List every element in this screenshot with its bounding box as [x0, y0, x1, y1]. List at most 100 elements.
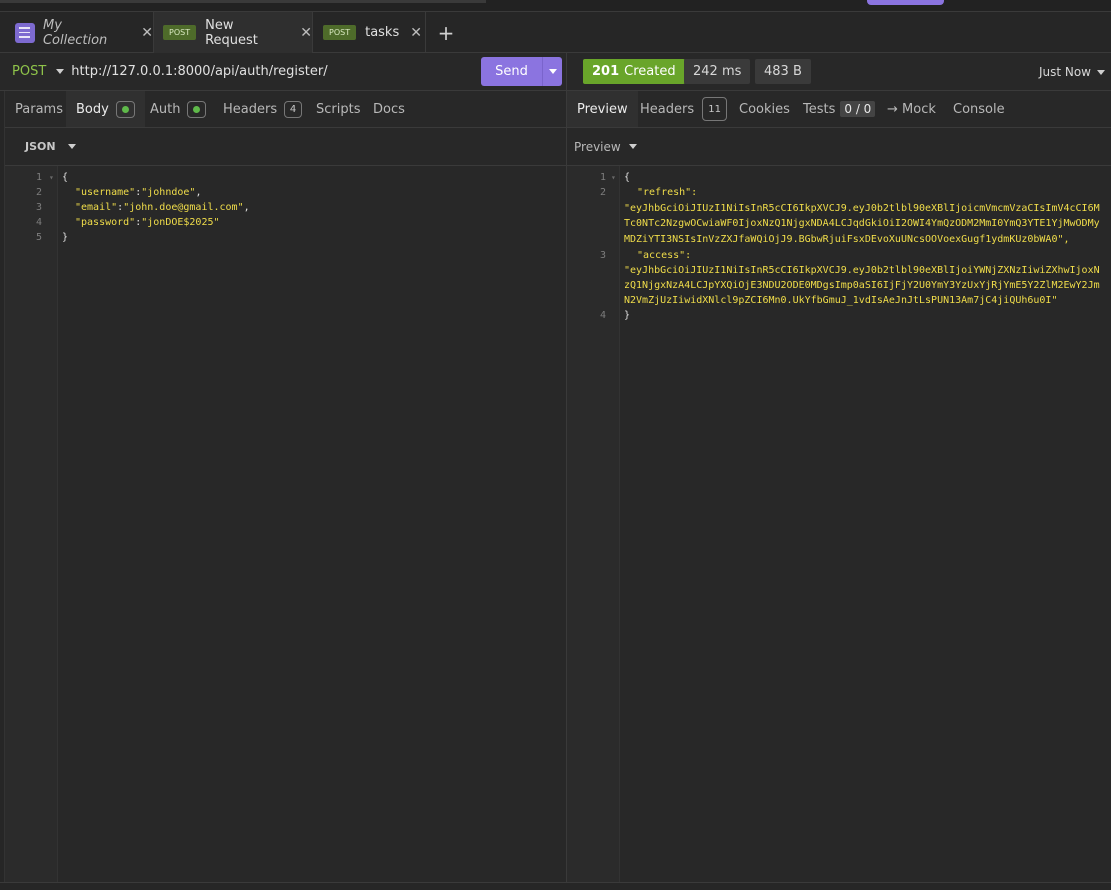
tab-label: Preview	[577, 101, 628, 117]
request-tabs: Params Body Auth Headers 4 Scripts Docs	[0, 91, 566, 128]
count-badge: 11	[702, 97, 728, 121]
tab-response-headers[interactable]: Headers 11	[640, 91, 728, 127]
preview-format-bar: Preview	[566, 128, 1111, 166]
chevron-down-icon[interactable]	[628, 144, 637, 149]
tab-label: Params	[15, 101, 63, 117]
tab-label: Docs	[373, 101, 405, 117]
url-bar: POST http://127.0.0.1:8000/api/auth/regi…	[0, 53, 566, 91]
close-icon[interactable]: ✕	[141, 25, 153, 41]
active-indicator-icon	[187, 100, 207, 118]
fold-icon[interactable]: ▾	[611, 173, 616, 182]
code-line: "access":	[637, 250, 692, 261]
tab-params[interactable]: Params	[15, 91, 63, 127]
line-number: 4	[35, 217, 42, 228]
add-tab-button[interactable]: +	[426, 12, 466, 53]
status-badge: 201 Created	[583, 59, 685, 84]
window-top-strip	[0, 0, 1111, 12]
refresh-token-line: MDZiYTI3NSIsInVzZXJfaWQiOjJ9.BGbwRjuiFsx…	[624, 234, 1070, 245]
line-number: 2	[35, 187, 42, 198]
top-strip-accent	[867, 0, 944, 5]
send-label[interactable]: Send	[481, 64, 542, 79]
line-number: 3	[35, 202, 42, 213]
menu-icon	[15, 22, 35, 43]
tab-preview[interactable]: Preview	[567, 91, 638, 127]
access-token-line: "eyJhbGciOiJIUzI1NiIsInR5cCI6IkpXVCJ9.ey…	[624, 265, 1100, 276]
history-dropdown[interactable]: Just Now	[1039, 53, 1105, 91]
code-line: {	[624, 172, 631, 183]
chevron-down-icon	[548, 69, 557, 74]
active-indicator-icon	[115, 100, 135, 118]
tab-my-collection[interactable]: My Collection ✕	[0, 12, 154, 53]
response-preview[interactable]: 1 ▾ 2 3 4 { "refresh": "eyJhbGciOiJIUzI1…	[566, 166, 1111, 882]
tab-tests[interactable]: Tests 0 / 0	[803, 91, 876, 127]
chevron-down-icon	[1097, 69, 1105, 75]
request-tab-bar: My Collection ✕ POST New Request ✕ POST …	[0, 12, 1111, 53]
tests-result-badge: 0 / 0	[840, 101, 876, 117]
status-code: 201	[592, 64, 620, 79]
fold-icon[interactable]: ▾	[49, 173, 54, 182]
tab-headers[interactable]: Headers 4	[223, 91, 303, 127]
code-line: "refresh":	[637, 187, 698, 198]
body-format-selector[interactable]: JSON	[25, 140, 56, 153]
send-options-button[interactable]	[542, 57, 562, 86]
line-number: 3	[599, 250, 606, 261]
code-line: "username":"johndoe",	[75, 187, 202, 198]
access-token-line: N2VmZjUzIiwidXNlcl9pZCI6Mn0.UkYfbGmuJ_1v…	[624, 295, 1058, 306]
tab-label: Body	[76, 101, 109, 117]
status-footer	[0, 882, 1111, 890]
code-line: "password":"jonDOE$2025"	[75, 217, 220, 228]
tab-console[interactable]: Console	[953, 91, 1005, 127]
line-number: 2	[599, 187, 606, 198]
tab-label: Headers	[640, 101, 695, 117]
tab-label: New Request	[205, 17, 258, 48]
code-line: }	[624, 310, 631, 321]
tab-label: Headers	[223, 101, 278, 117]
refresh-token-line: "eyJhbGciOiJIUzI1NiIsInR5cCI6IkpXVCJ9.ey…	[624, 203, 1100, 214]
count-badge: 4	[284, 100, 303, 118]
chevron-down-icon[interactable]	[67, 144, 76, 149]
method-selector[interactable]: POST	[12, 64, 46, 79]
line-number: 1	[35, 172, 42, 183]
code-line: {	[62, 172, 69, 183]
history-label: Just Now	[1038, 65, 1091, 79]
top-strip-segment	[0, 0, 486, 3]
close-icon[interactable]: ✕	[300, 25, 312, 41]
line-number: 5	[35, 232, 42, 243]
url-input[interactable]: http://127.0.0.1:8000/api/auth/register/	[71, 64, 327, 79]
tab-body[interactable]: Body	[66, 91, 145, 127]
tab-docs[interactable]: Docs	[373, 91, 405, 127]
tab-label: tasks	[365, 25, 400, 40]
tab-cookies[interactable]: Cookies	[739, 91, 790, 127]
preview-mode-selector[interactable]: Preview	[574, 140, 621, 154]
response-tabs: Preview Headers 11 Cookies Tests 0 / 0 → M…	[566, 91, 1111, 128]
code-line: }	[62, 232, 69, 243]
response-size: 483 B	[755, 59, 811, 84]
tab-label: Tests	[803, 101, 836, 117]
plus-icon: +	[437, 20, 455, 45]
line-number-gutter	[567, 166, 620, 882]
code-line: "email":"john.doe@gmail.com",	[75, 202, 250, 213]
tab-label: Auth	[150, 101, 181, 117]
access-token-line: zQ1NjgxNzA4LCJpYXQiOjE3NDU2ODE0MDgsImp0a…	[624, 280, 1100, 291]
tab-scripts[interactable]: Scripts	[316, 91, 360, 127]
refresh-token-line: Tc0NTc2NzgwOCwiaWF0IjoxNzQ1NjgxNDA4LCJqd…	[624, 218, 1100, 229]
line-number: 1	[599, 172, 606, 183]
tab-label: Console	[953, 101, 1005, 117]
line-number: 4	[599, 310, 606, 321]
line-number-gutter	[5, 166, 58, 882]
tab-mock[interactable]: → Mock	[887, 91, 936, 127]
method-badge: POST	[163, 25, 197, 40]
tab-tasks[interactable]: POST tasks ✕	[313, 12, 426, 53]
chevron-down-icon[interactable]	[56, 69, 65, 74]
method-badge: POST	[323, 25, 357, 40]
response-time: 242 ms	[684, 59, 751, 84]
tab-label: Scripts	[316, 101, 361, 117]
send-button[interactable]: Send	[481, 57, 562, 86]
tab-new-request[interactable]: POST New Request ✕	[154, 12, 313, 53]
body-format-bar: JSON	[0, 128, 566, 166]
request-body-editor[interactable]: 1 ▾ 2 3 4 5 { "username":"johndoe", "ema…	[0, 166, 566, 882]
tab-label: Cookies	[739, 101, 790, 117]
tab-auth[interactable]: Auth	[150, 91, 207, 127]
close-icon[interactable]: ✕	[410, 25, 422, 41]
tab-label: My Collection	[42, 17, 108, 48]
